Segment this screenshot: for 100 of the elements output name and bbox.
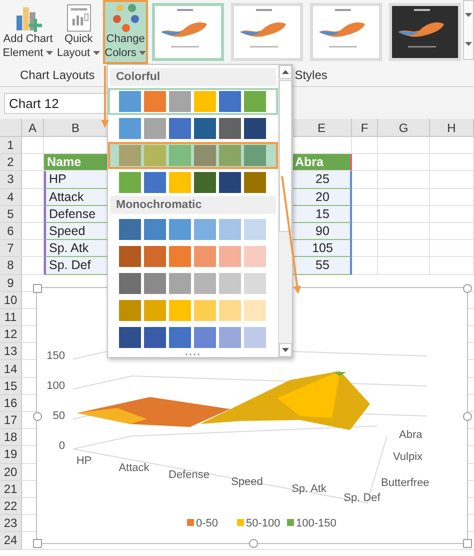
table-cell: Sp. Def [44,257,108,274]
caret-icon [46,51,54,56]
resize-handle[interactable] [33,412,42,421]
row-number[interactable]: 20 [0,464,22,481]
column-header[interactable]: E [292,119,352,137]
resize-handle[interactable] [249,539,258,548]
sheet-cell[interactable] [378,257,430,274]
row-number[interactable]: 21 [0,480,22,498]
ribbon-button[interactable]: Change Colors [103,0,148,64]
axis-label: Vulpix [393,451,423,463]
scroll-up-button[interactable] [279,65,292,79]
sheet-cell[interactable] [352,188,378,206]
column-header[interactable]: B [44,119,108,137]
row-number[interactable]: 5 [0,206,22,223]
row-number[interactable]: 19 [0,446,22,464]
sheet-cell[interactable] [352,257,378,274]
resize-handle[interactable] [463,539,472,548]
sheet-cell[interactable] [430,240,474,258]
group-label: Styles [294,68,328,82]
row-number[interactable]: 6 [0,222,22,240]
chart-style-thumbnail[interactable] [152,3,224,61]
chart-style-thumbnail[interactable] [310,3,382,61]
table-cell: 15 [292,206,352,223]
row-number[interactable]: 7 [0,240,22,258]
axis-label: Sp. Def [344,492,380,504]
table-cell: Sp. Atk [44,240,108,258]
axis-label: 100 [46,380,65,392]
ribbon-button[interactable]: Add Chart Element [2,0,54,64]
row-number[interactable]: 14 [0,360,22,378]
sheet-cell[interactable] [378,188,430,206]
axis-label: Attack [118,462,150,474]
row-number[interactable]: 17 [0,412,22,430]
column-header[interactable]: A [22,119,44,137]
sheet-cell[interactable] [22,137,44,154]
row-number[interactable]: 10 [0,292,22,309]
row-number[interactable]: 12 [0,326,22,344]
row-number[interactable]: 2 [0,154,22,172]
sheet-cell[interactable] [430,257,474,274]
section-title: Monochromatic [110,196,276,214]
sheet-cell[interactable] [378,154,430,172]
sheet-cell[interactable] [352,206,378,223]
sheet-cell[interactable] [352,154,378,172]
color-dots-icon [112,4,139,32]
sheet-cell[interactable] [378,171,430,189]
row-number[interactable]: 24 [0,532,22,550]
row-number[interactable]: 11 [0,308,22,326]
sheet-cell[interactable] [378,206,430,223]
sheet-cell[interactable] [430,206,474,223]
sheet-cell[interactable] [430,222,474,240]
select-all-corner[interactable] [0,119,22,137]
sheet-cell[interactable] [378,240,430,258]
row-number[interactable]: 16 [0,394,22,412]
scroll-down-button[interactable] [279,343,292,357]
sheet-cell[interactable] [430,188,474,206]
row-number[interactable]: 4 [0,188,22,206]
resize-handle[interactable] [463,412,472,421]
arrow [101,66,109,128]
column-header[interactable]: F [352,119,378,137]
sheet-cell[interactable] [378,137,430,154]
palette-option[interactable] [108,88,278,115]
sheet-cell[interactable] [430,137,474,154]
sheet-cell[interactable] [352,222,378,240]
row-number[interactable]: 15 [0,378,22,395]
axis-label: 0 [58,440,65,452]
resize-handle[interactable] [33,284,42,293]
legend-label: 0-50 [196,518,218,530]
sheet-cell[interactable] [352,171,378,189]
row-number[interactable]: 13 [0,343,22,360]
sheet-cell[interactable] [430,154,474,172]
row-number[interactable]: 8 [0,257,22,274]
button-label: Layout [56,47,100,60]
sheet-cell[interactable] [430,171,474,189]
table-cell: 90 [292,222,352,240]
row-number[interactable]: 23 [0,515,22,532]
column-header[interactable]: G [378,119,430,137]
resize-handle[interactable] [463,284,472,293]
chart-style-thumbnail[interactable] [389,3,462,61]
row-number[interactable]: 18 [0,429,22,446]
axis-label: 150 [46,350,65,362]
scrollbar-thumb[interactable] [279,80,292,232]
button-label: Element [2,47,54,60]
section-title: Colorful [110,68,276,86]
column-header[interactable]: H [430,119,474,137]
sheet-cell[interactable] [378,222,430,240]
row-number[interactable]: 22 [0,498,22,516]
button-label: Colors [104,47,146,60]
gallery-scroll-buttons[interactable] [463,0,474,60]
resize-handle[interactable] [33,539,42,548]
axis-label: Butterfree [381,477,430,489]
chart-style-thumbnail[interactable] [231,3,304,61]
row-number[interactable]: 9 [0,274,22,292]
sheet-cell[interactable] [352,137,378,154]
legend-label: 100-150 [296,518,336,530]
row-number[interactable]: 1 [0,137,22,154]
row-number[interactable]: 3 [0,171,22,189]
sheet-cell[interactable] [352,240,378,258]
resize-grip-icon[interactable] [185,353,201,356]
caret-icon [465,42,472,47]
ribbon-button[interactable]: Quick Layout [56,0,102,64]
button-label: Quick [64,33,93,46]
